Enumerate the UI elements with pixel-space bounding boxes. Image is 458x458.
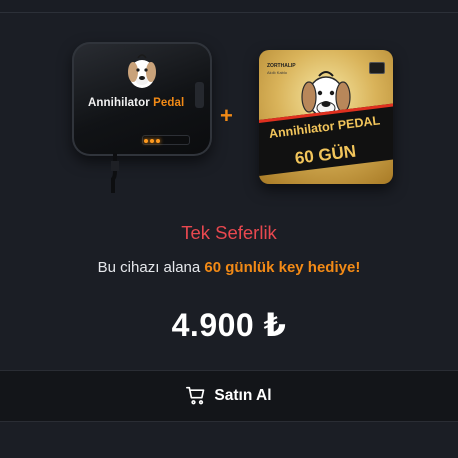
price: 4.900 ₺ (171, 307, 287, 343)
product-page: Annihilator Pedal + ZORTHALIP Akıllı Kab… (0, 0, 458, 458)
buy-button[interactable]: Satın Al (0, 371, 458, 421)
buy-bar: Satın Al (0, 370, 458, 422)
promo-text: Bu cihazı alana 60 günlük key hediye! (0, 259, 458, 276)
plus-sign: + (220, 103, 233, 128)
status-led (156, 139, 160, 143)
status-led (144, 139, 148, 143)
plan-title: Tek Seferlik (181, 222, 277, 243)
promo-highlight: 60 günlük key hediye! (204, 259, 361, 276)
buy-button-label: Satın Al (214, 387, 272, 404)
shopping-cart-icon (186, 386, 205, 405)
device-side-button (195, 82, 204, 108)
promo-prefix: Bu cihazı alana (97, 259, 205, 276)
gift-brand-sub: Akıllı Kablo (267, 70, 288, 75)
gift-badge-icon (369, 62, 385, 74)
gift-key-card-image: ZORTHALIP Akıllı Kablo Annihilator PEDAL… (259, 50, 393, 184)
gift-brand: ZORTHALIP (267, 63, 296, 69)
device-brand-label: Annihilator Pedal (88, 97, 185, 109)
dog-mascot-icon (128, 54, 156, 88)
pedal-device-image: Annihilator Pedal (72, 42, 212, 156)
status-led (150, 139, 154, 143)
device-cable (111, 153, 119, 193)
